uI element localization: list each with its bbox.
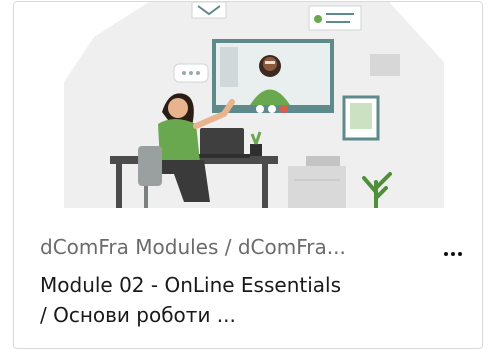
course-thumbnail[interactable] [14, 2, 482, 208]
course-path[interactable]: dComFra Modules / dComFra... [40, 235, 430, 259]
more-options-button[interactable] [438, 242, 468, 266]
more-horizontal-icon [444, 252, 448, 256]
more-horizontal-icon-dot [451, 252, 455, 256]
course-info: dComFra Modules / dComFra... Module 02 -… [14, 208, 482, 348]
course-title[interactable]: Module 02 - OnLine Essentials / Основи р… [40, 270, 430, 330]
more-horizontal-icon-dot [458, 252, 462, 256]
course-card[interactable]: dComFra Modules / dComFra... Module 02 -… [13, 1, 483, 349]
video-call-illustration [64, 2, 444, 208]
course-title-line-1: Module 02 - OnLine Essentials [40, 273, 342, 297]
course-title-line-2: / Основи роботи ... [40, 303, 236, 327]
